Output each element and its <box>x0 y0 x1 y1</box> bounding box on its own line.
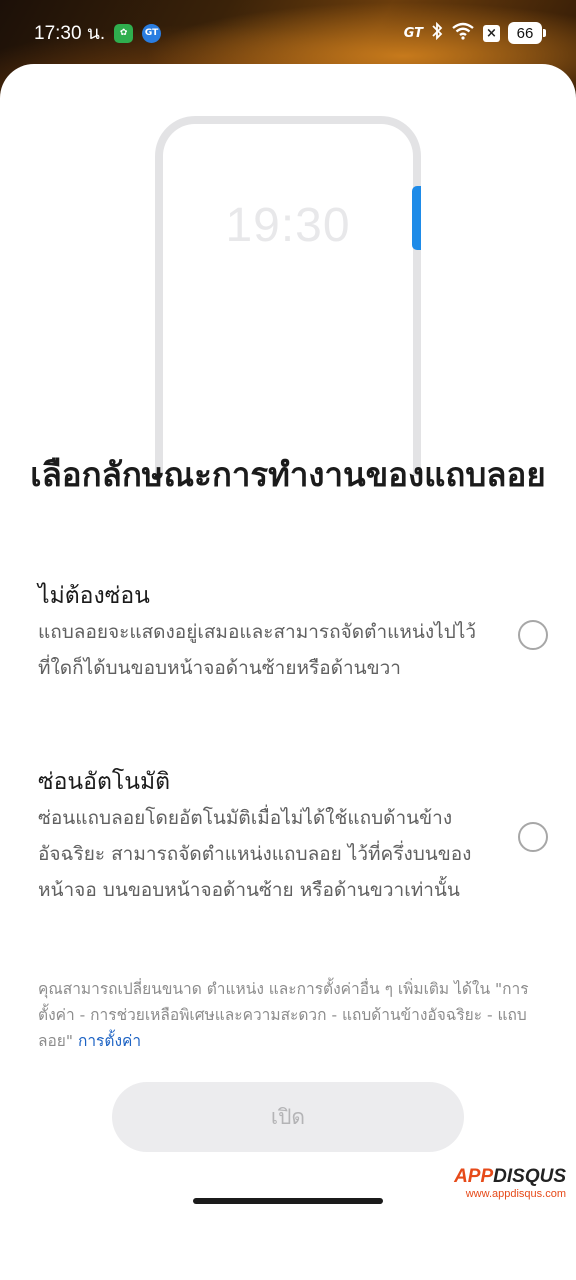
watermark-logo-part1: APP <box>454 1166 494 1187</box>
phone-illustration: 19:30 <box>155 116 421 476</box>
option-description: แถบลอยจะแสดงอยู่เสมอและสามารถจัดตำแหน่งไ… <box>38 621 476 679</box>
gt-notification-icon: GT <box>142 23 162 43</box>
home-indicator[interactable] <box>193 1198 383 1204</box>
dialog-title: เลือกลักษณะการทำงานของแถบลอย <box>30 455 546 494</box>
floating-bar-handle <box>412 186 421 250</box>
option-description: ซ่อนแถบลอยโดยอัตโนมัติเมื่อไม่ได้ใช้แถบด… <box>38 807 472 901</box>
footnote: คุณสามารถเปลี่ยนขนาด ตำแหน่ง และการตั้งค… <box>38 976 546 1054</box>
wifi-icon <box>451 22 475 45</box>
radio-button[interactable] <box>518 620 548 650</box>
option-title: ไม่ต้องซ่อน <box>38 583 150 609</box>
watermark-logo: APPDISQUS www.appdisqus.com <box>454 1166 566 1200</box>
app-notification-icon: ✿ <box>114 23 134 43</box>
watermark-url: www.appdisqus.com <box>465 1188 566 1200</box>
bluetooth-icon <box>431 21 443 45</box>
status-icons: GT × 66 <box>403 21 546 45</box>
status-bar: 17:30 น. ✿ GT GT × 66 <box>0 0 576 66</box>
open-button[interactable]: เปิด <box>112 1082 464 1152</box>
option-auto-hide[interactable]: ซ่อนอัตโนมัติ ซ่อนแถบลอยโดยอัตโนมัติเมื่… <box>38 764 548 908</box>
battery-icon: 66 <box>508 22 546 44</box>
radio-button[interactable] <box>518 822 548 852</box>
close-box-icon: × <box>483 24 500 42</box>
option-title: ซ่อนอัตโนมัติ <box>38 769 171 795</box>
settings-link[interactable]: การตั้งค่า <box>78 1032 141 1050</box>
gt-mode-icon: GT <box>403 25 423 41</box>
status-time: 17:30 น. <box>34 23 106 44</box>
watermark-logo-part2: DISQUS <box>493 1166 566 1187</box>
illustration-clock: 19:30 <box>225 199 351 252</box>
option-never-hide[interactable]: ไม่ต้องซ่อน แถบลอยจะแสดงอยู่เสมอและสามาร… <box>38 578 548 686</box>
